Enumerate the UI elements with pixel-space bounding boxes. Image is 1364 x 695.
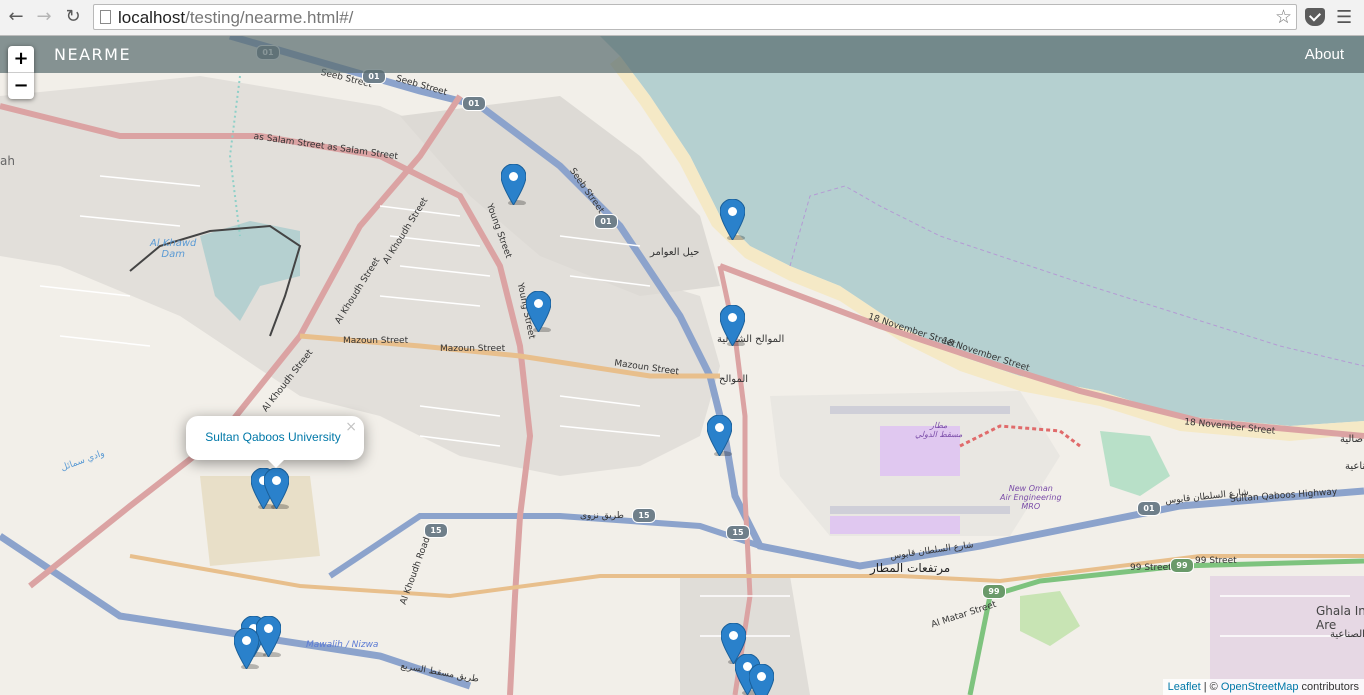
route-15 [328, 513, 761, 579]
map-label-mawaleh: الموالح [719, 374, 749, 385]
map-label-oman-air-engineering: New Oman Air Engineering MRO [1000, 484, 1062, 511]
route-shield-15: 15 [632, 508, 656, 523]
map-container[interactable]: Seeb Street Seeb Street as Salam Street … [0, 36, 1364, 695]
map-label-99-street: 99 Street [1195, 556, 1237, 566]
attribution-contributors: contributors [1298, 681, 1359, 693]
pocket-icon[interactable] [1305, 8, 1325, 26]
zoom-in-button[interactable]: + [8, 46, 34, 73]
route-shield-99: 99 [982, 584, 1006, 599]
address-bar[interactable]: localhost/testing/nearme.html#/ ☆ [93, 4, 1297, 30]
popup-text[interactable]: Sultan Qaboos University [186, 430, 360, 444]
about-link[interactable]: About [1305, 46, 1344, 63]
url-host: localhost [118, 8, 186, 27]
app-navbar: NEARME About [0, 36, 1364, 73]
browser-window: ← → ↻ localhost/testing/nearme.html#/ ☆ … [0, 0, 1364, 695]
leaflet-link[interactable]: Leaflet [1168, 681, 1201, 693]
map-marker-icon[interactable] [526, 291, 551, 332]
route-shield-01: 01 [1137, 501, 1161, 516]
map-label-hayl-alawamir: حيل العوامر [650, 247, 700, 258]
park-water [1100, 431, 1170, 496]
zoom-control: + − [8, 46, 34, 99]
map-label-ghala-industrial-ar: الصناعية [1330, 629, 1364, 640]
map-label-right-ar-1: صالية [1340, 434, 1363, 445]
map-marker-icon[interactable] [264, 468, 289, 509]
page-icon [100, 10, 111, 24]
map-label-nizwa-road-ar: طريق نزوى [580, 511, 624, 521]
map-label-mazoun-street: Mazoun Street [440, 344, 506, 354]
map-marker-icon[interactable] [720, 199, 745, 240]
reload-icon[interactable]: ↻ [62, 6, 84, 28]
back-arrow-icon[interactable]: ← [5, 6, 27, 28]
map-marker-icon[interactable] [501, 164, 526, 205]
map-marker-icon[interactable] [720, 305, 745, 346]
map-marker-icon[interactable] [256, 616, 281, 657]
popup-close-icon[interactable]: × [345, 419, 357, 435]
runway-2 [830, 506, 1010, 514]
map-label-muscat-airport-ar: مطار مسقط الدولي [915, 421, 963, 439]
route-shield-01: 01 [594, 214, 618, 229]
map-label-khawd-dam: Al Khawd Dam [150, 238, 197, 260]
browser-toolbar: ← → ↻ localhost/testing/nearme.html#/ ☆ … [0, 0, 1364, 36]
attribution-separator: | © [1200, 681, 1221, 693]
marker-popup: Sultan Qaboos University × [186, 416, 364, 468]
map-label-right-ar-2: صناعية [1345, 461, 1364, 472]
route-shield-15: 15 [424, 523, 448, 538]
brand-logo[interactable]: NEARME [54, 45, 131, 64]
openstreetmap-link[interactable]: OpenStreetMap [1221, 681, 1299, 693]
map-marker-icon[interactable] [749, 664, 774, 695]
park [1020, 591, 1080, 646]
map-attribution: Leaflet | © OpenStreetMap contributors [1162, 679, 1364, 695]
url-path: /testing/nearme.html#/ [185, 8, 354, 27]
map-label-mazoun-street: Mazoun Street [343, 336, 409, 346]
map-label-ghala-industrial: Ghala Ind Are [1316, 604, 1364, 632]
map-marker-icon[interactable] [234, 628, 259, 669]
url-text[interactable]: localhost/testing/nearme.html#/ [118, 8, 353, 28]
map-label-edge: ah [0, 154, 15, 168]
route-shield-15: 15 [726, 525, 750, 540]
map-label-99-street: 99 Street [1130, 563, 1172, 573]
route-shield-99: 99 [1170, 558, 1194, 573]
route-shield-01: 01 [462, 96, 486, 111]
map-label-airport-heights: مرتفعات المطار [870, 561, 951, 575]
map-tiles [0, 36, 1364, 695]
terminal-2 [830, 516, 960, 534]
forward-arrow-icon[interactable]: → [33, 6, 55, 28]
map-marker-icon[interactable] [707, 415, 732, 456]
popup-tip [266, 458, 286, 468]
runway-1 [830, 406, 1010, 414]
bookmark-star-icon[interactable]: ☆ [1275, 6, 1292, 28]
map-label-mawalih-nizwa: Mawalih / Nizwa [306, 640, 379, 650]
hamburger-menu-icon[interactable]: ☰ [1336, 7, 1352, 28]
zoom-out-button[interactable]: − [8, 73, 34, 99]
